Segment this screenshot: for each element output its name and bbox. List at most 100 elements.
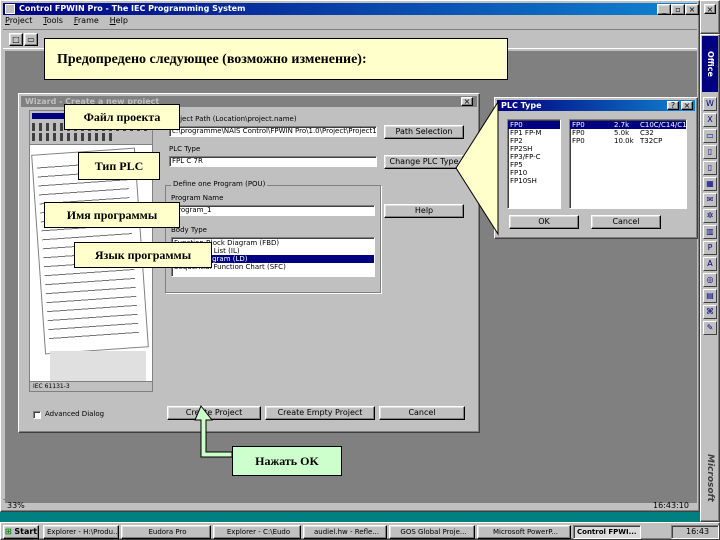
status-time: 16:43:10 [653,501,689,510]
system-tray: 16:43 [671,525,719,539]
office-bar-top: Office [702,36,718,92]
program-name-field[interactable]: Program_1 [171,205,375,216]
project-path-label: Project Path (Location\project.name) [169,115,297,123]
callout-language-text: Язык программы [94,248,192,262]
start-label: Start [14,527,38,536]
cancel-button[interactable]: Cancel [379,406,465,420]
plc-dialog-close-button[interactable]: × [681,101,693,110]
program-name-label: Program Name [171,194,224,202]
excel-icon[interactable]: X [703,113,717,127]
callout-language: Язык программы [74,242,212,268]
plc-model-memory: 10.0k [614,137,634,145]
plc-type-dialog: PLC Type ? × FP0 FP1 FP-M FP2 FP2SH FP3/… [494,97,698,239]
plc-series-item[interactable]: FP10 [508,169,560,177]
menu-bar: Project Tools Frame Help [5,16,136,28]
callout-program-name: Имя программы [44,202,180,228]
create-project-button[interactable]: Create Project [167,406,261,420]
calendar-icon[interactable]: ▦ [703,177,717,191]
mail-icon[interactable]: ✉ [703,193,717,207]
document-icon[interactable]: ▯ [703,145,717,159]
minimize-button[interactable]: _ [657,4,671,15]
plc-model-row[interactable]: FP0 5.0k C32 [570,129,686,137]
plc-series-item[interactable]: FP2SH [508,145,560,153]
task-eudora-pro[interactable]: Eudora Pro [121,525,211,539]
access-icon[interactable]: A [703,257,717,271]
plc-series-item[interactable]: FP5 [508,161,560,169]
menu-help[interactable]: Help [110,16,128,25]
menu-frame[interactable]: Frame [74,16,99,25]
define-program-label: Define one Program (POU) [171,180,268,188]
menu-project[interactable]: Project [5,16,32,25]
plc-ok-button[interactable]: OK [509,215,579,229]
task-explorer-eudo[interactable]: Explorer - C:\Eudo [213,525,301,539]
callout-file-text: Файл проекта [83,110,161,124]
task-powerpoint[interactable]: Microsoft PowerP... [477,525,571,539]
help-button[interactable]: Help [384,204,464,218]
plc-model-series: FP0 [572,121,585,129]
plc-model-type: T32CP [640,137,663,145]
wizard-close-button[interactable]: × [461,97,473,106]
plc-series-list[interactable]: FP0 FP1 FP-M FP2 FP2SH FP3/FP-C FP5 FP10… [507,119,561,209]
globe-icon[interactable]: ◎ [703,273,717,287]
plc-model-memory: 2.7k [614,121,630,129]
star-icon[interactable]: ✲ [703,209,717,223]
plc-dialog-title: PLC Type [501,101,542,110]
office-bar-close-button[interactable]: × [704,4,716,14]
plc-series-item[interactable]: FP2 [508,137,560,145]
plc-model-series: FP0 [572,137,585,145]
preview-status-bar: IEC 61131-3 [30,381,152,391]
task-gos-global[interactable]: GOS Global Proje... [389,525,475,539]
task-audiel[interactable]: audiel.hw - Refle... [303,525,387,539]
network-icon[interactable]: ⌘ [703,305,717,319]
callout-plc: Тип PLC [78,152,160,180]
plc-model-list[interactable]: FP0 2.7k C10C/C14/C16 FP0 5.0k C32 FP0 1… [569,119,687,209]
plc-model-row[interactable]: FP0 10.0k T32CP [570,137,686,145]
maximize-button[interactable]: ▫ [671,4,685,15]
advanced-dialog-checkbox[interactable] [33,411,41,419]
menu-tools[interactable]: Tools [43,16,63,25]
taskbar-clock: 16:43 [686,527,710,536]
folder-icon[interactable]: ▭ [703,129,717,143]
path-selection-button[interactable]: Path Selection [384,125,464,139]
main-titlebar[interactable]: Control FPWIN Pro - The IEC Programming … [3,3,697,15]
chart-icon[interactable]: ▥ [703,225,717,239]
create-empty-project-button[interactable]: Create Empty Project [265,406,375,420]
project-path-field[interactable]: c:\programme\NAIS Control\FPWIN Pro\1.0\… [169,126,377,137]
change-plc-type-button[interactable]: Change PLC Type [384,155,464,169]
app-icon[interactable] [5,4,15,14]
plc-series-item[interactable]: FP1 FP-M [508,129,560,137]
plc-series-item[interactable]: FP3/FP-C [508,153,560,161]
preview-shadow [50,351,146,381]
document-icon[interactable]: ▯ [703,161,717,175]
plc-model-row[interactable]: FP0 2.7k C10C/C14/C16 [570,121,686,129]
plc-series-item[interactable]: FP0 [508,121,560,129]
plc-model-series: FP0 [572,129,585,137]
close-button[interactable]: × [685,4,699,15]
callout-top: Предопредено следующее (возможно изменен… [44,38,508,80]
start-button[interactable]: ⊞ Start [3,525,39,539]
notes-icon[interactable]: ✎ [703,321,717,335]
taskbar: ⊞ Start Explorer - H:\Produ... Eudora Pr… [0,522,720,540]
office-label: Office [706,51,715,77]
status-bar: 33% 16:43:10 [3,499,697,511]
status-left: 33% [7,501,25,510]
new-project-icon[interactable]: □ [9,33,23,46]
preview-toolbar-row-2 [32,133,112,141]
task-control-fpwin[interactable]: Control FPWI... [573,525,641,539]
office-bar-bottom: Microsoft [702,435,718,521]
powerpoint-icon[interactable]: P [703,241,717,255]
preview-status-text: IEC 61131-3 [33,383,70,390]
word-icon[interactable]: W [703,97,717,111]
plc-dialog-titlebar[interactable]: PLC Type [497,100,695,111]
open-project-icon[interactable]: ▭ [24,33,38,46]
task-explorer-produ[interactable]: Explorer - H:\Produ... [43,525,119,539]
plc-series-item[interactable]: FP10SH [508,177,560,185]
plc-cancel-button[interactable]: Cancel [591,215,661,229]
callout-ok-text: Нажать OK [255,454,319,468]
plc-dialog-help-button[interactable]: ? [667,101,679,110]
callout-plc-text: Тип PLC [94,159,144,173]
advanced-dialog-label: Advanced Dialog [45,410,105,418]
callout-ok: Нажать OK [232,446,342,476]
book-icon[interactable]: ▤ [703,289,717,303]
callout-program-name-text: Имя программы [66,208,158,222]
